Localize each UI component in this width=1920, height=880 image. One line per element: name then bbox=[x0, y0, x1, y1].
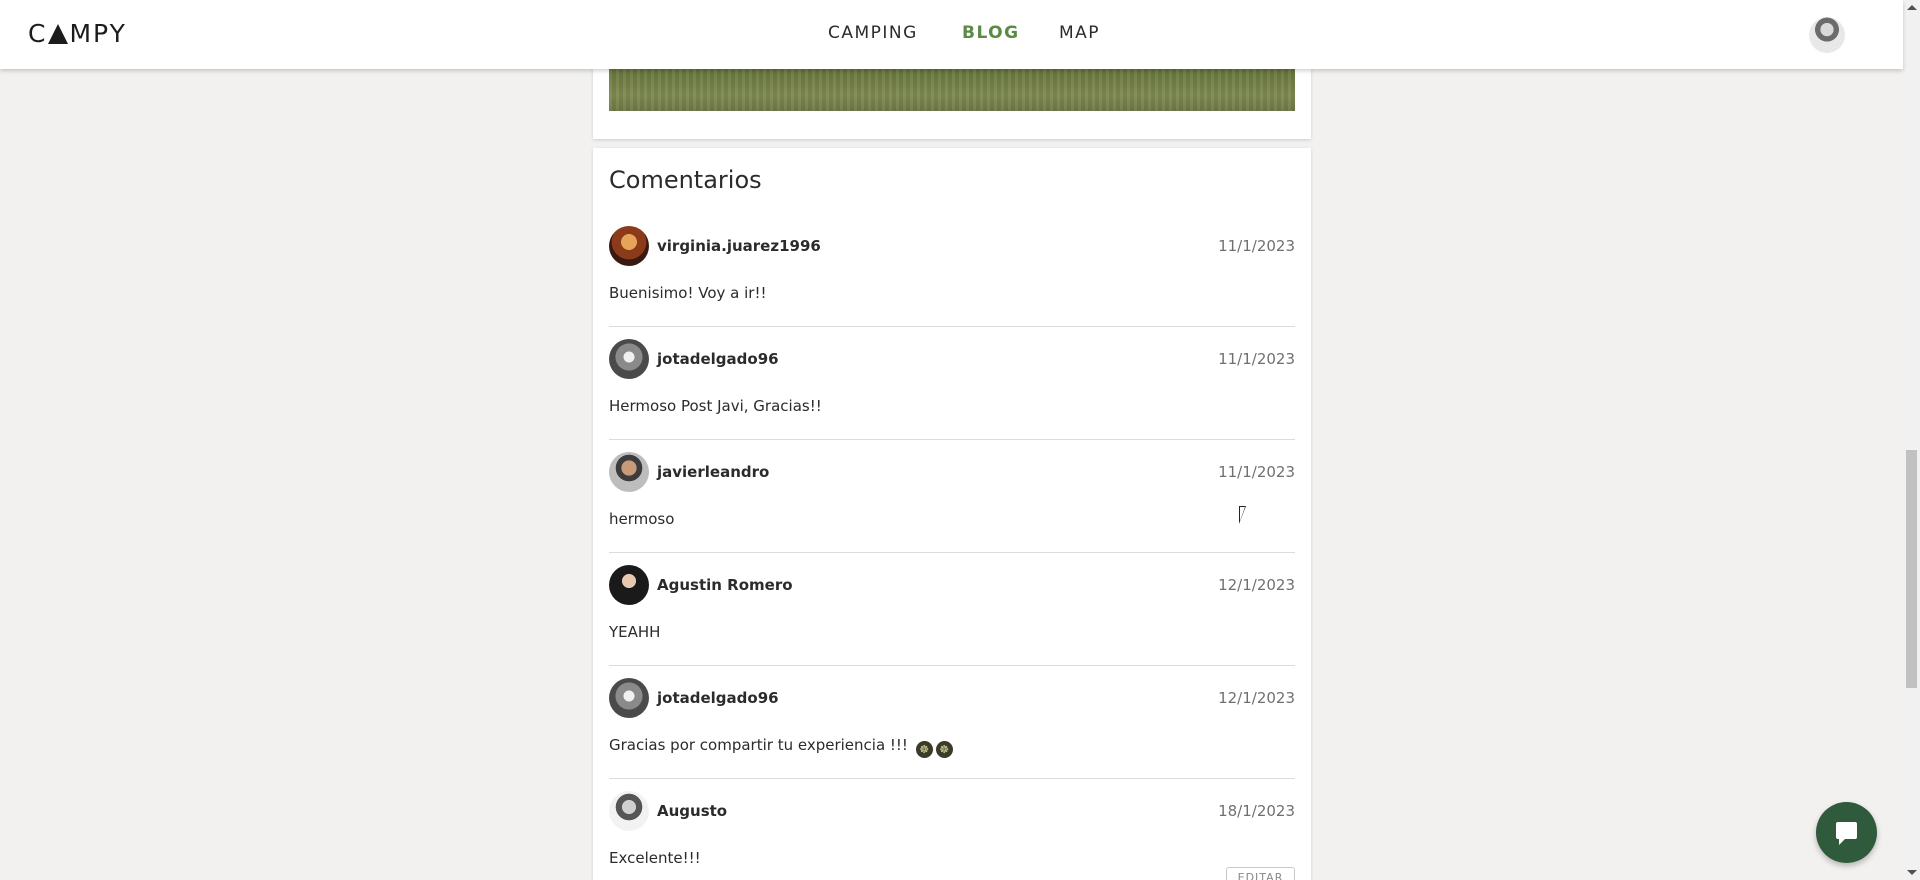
comment-username[interactable]: jotadelgado96 bbox=[657, 689, 779, 707]
emoji-icon: ☸ bbox=[915, 741, 933, 758]
comment-item: jotadelgado96 11/1/2023 Hermoso Post Jav… bbox=[609, 327, 1295, 440]
comment-username[interactable]: Agustin Romero bbox=[657, 576, 793, 594]
commenter-avatar[interactable] bbox=[609, 565, 649, 605]
comment-username[interactable]: virginia.juarez1996 bbox=[657, 237, 821, 255]
edit-comment-button[interactable]: EDITAR bbox=[1226, 867, 1295, 880]
comment-username[interactable]: Augusto bbox=[657, 802, 727, 820]
comment-date: 12/1/2023 bbox=[1218, 576, 1295, 594]
nav-camping[interactable]: CAMPING bbox=[828, 23, 918, 43]
commenter-avatar[interactable] bbox=[609, 678, 649, 718]
commenter-avatar[interactable] bbox=[609, 452, 649, 492]
comment-username[interactable]: javierleandro bbox=[657, 463, 769, 481]
comment-date: 11/1/2023 bbox=[1218, 463, 1295, 481]
comments-section: Comentarios virginia.juarez1996 11/1/202… bbox=[593, 148, 1311, 880]
mouse-cursor-icon bbox=[1239, 506, 1246, 524]
page-scrollbar[interactable] bbox=[1903, 0, 1920, 880]
scroll-down-icon[interactable] bbox=[1907, 870, 1917, 875]
comment-item: virginia.juarez1996 11/1/2023 Buenisimo!… bbox=[609, 214, 1295, 327]
comment-text: Hermoso Post Javi, Gracias!! bbox=[609, 397, 822, 415]
nav-blog[interactable]: BLOG bbox=[962, 23, 1020, 43]
comment-text: hermoso bbox=[609, 510, 675, 528]
comment-username[interactable]: jotadelgado96 bbox=[657, 350, 779, 368]
comment-date: 18/1/2023 bbox=[1218, 802, 1295, 820]
comment-text: YEAHH bbox=[609, 623, 661, 641]
comment-item: Augusto 18/1/2023 Excelente!!! bbox=[609, 779, 1295, 880]
commenter-avatar[interactable] bbox=[609, 791, 649, 831]
comment-item: javierleandro 11/1/2023 hermoso bbox=[609, 440, 1295, 553]
comment-text-body: Gracias por compartir tu experiencia !!! bbox=[609, 736, 908, 754]
comment-date: 12/1/2023 bbox=[1218, 689, 1295, 707]
comment-date: 11/1/2023 bbox=[1218, 237, 1295, 255]
chat-bubble-icon bbox=[1836, 822, 1857, 845]
tent-icon bbox=[48, 24, 69, 44]
commenter-avatar[interactable] bbox=[609, 339, 649, 379]
comment-text: Excelente!!! bbox=[609, 849, 701, 867]
scroll-thumb[interactable] bbox=[1906, 450, 1917, 688]
chat-button[interactable] bbox=[1816, 802, 1877, 863]
logo-prefix: C bbox=[28, 19, 48, 48]
emoji-icon: ☸ bbox=[935, 741, 953, 758]
comment-date: 11/1/2023 bbox=[1218, 350, 1295, 368]
post-card bbox=[593, 60, 1311, 139]
campy-logo[interactable]: C MPY bbox=[28, 19, 127, 48]
scroll-up-icon[interactable] bbox=[1907, 5, 1917, 10]
nav-map[interactable]: MAP bbox=[1059, 23, 1100, 43]
comment-text: Gracias por compartir tu experiencia !!!… bbox=[609, 736, 953, 758]
comment-item: jotadelgado96 12/1/2023 Gracias por comp… bbox=[609, 666, 1295, 779]
top-navbar: C MPY CAMPING BLOG MAP bbox=[0, 0, 1903, 69]
comment-item: Agustin Romero 12/1/2023 YEAHH bbox=[609, 553, 1295, 666]
comment-text: Buenisimo! Voy a ir!! bbox=[609, 284, 767, 302]
user-avatar[interactable] bbox=[1809, 17, 1845, 53]
logo-suffix: MPY bbox=[69, 19, 127, 48]
commenter-avatar[interactable] bbox=[609, 226, 649, 266]
comments-title: Comentarios bbox=[609, 166, 762, 194]
